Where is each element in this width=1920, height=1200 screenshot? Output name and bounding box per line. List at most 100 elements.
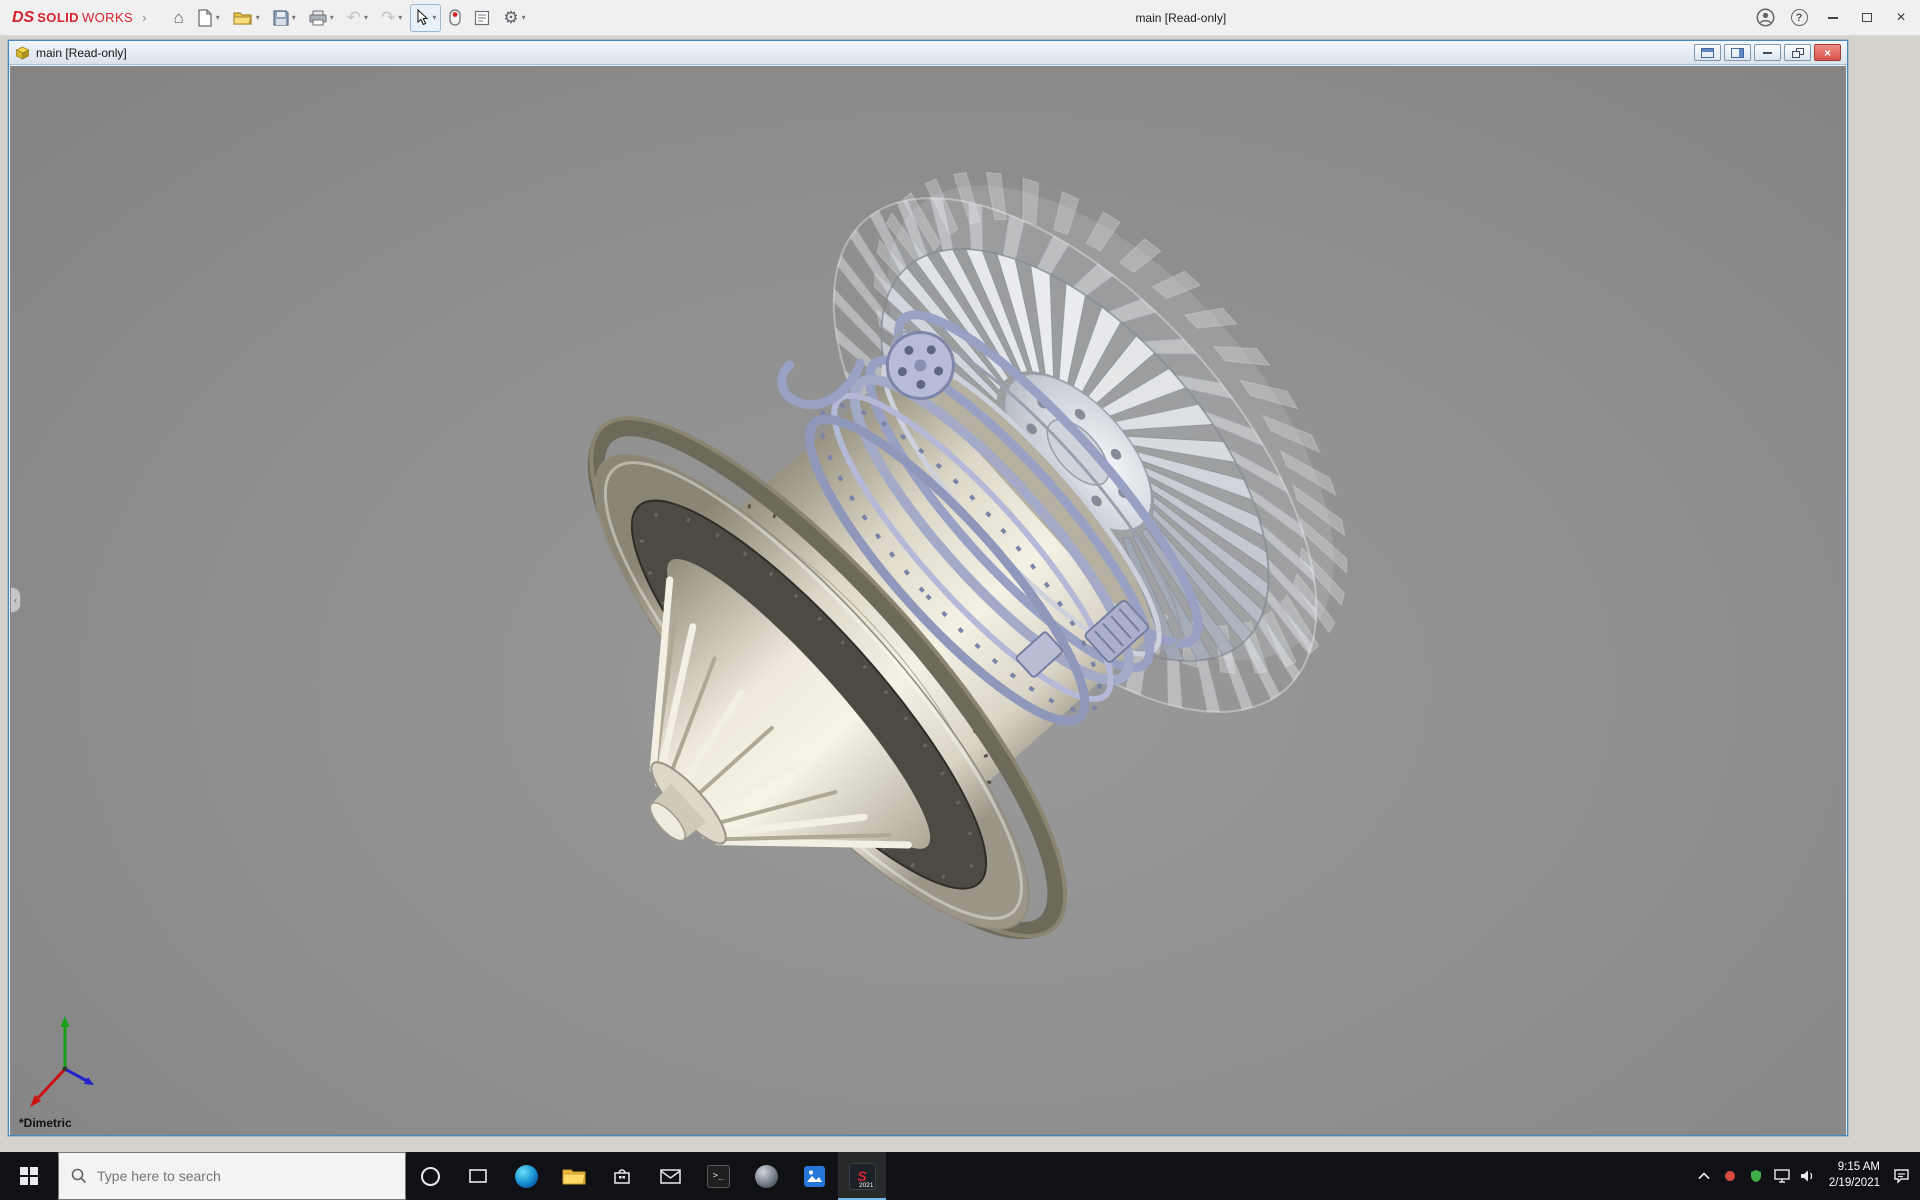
view-orientation-label: *Dimetric — [19, 1116, 72, 1130]
ds-logo-icon: DS — [12, 9, 34, 27]
home-icon: ⌂ — [173, 9, 183, 26]
action-center-icon — [1893, 1168, 1910, 1184]
gear-icon: ⚙ — [503, 9, 518, 26]
taskbar-app-solidworks[interactable]: S 2021 — [838, 1152, 886, 1200]
save-button[interactable]: ▾ — [268, 4, 301, 32]
properties-button[interactable] — [469, 4, 495, 32]
file-explorer-icon — [562, 1166, 586, 1186]
undo-button[interactable]: ↶ ▾ — [342, 4, 373, 32]
window-split-icon — [1731, 48, 1744, 58]
help-button[interactable]: ? — [1782, 2, 1816, 34]
close-icon: × — [1824, 47, 1831, 59]
taskbar-app-media[interactable] — [742, 1152, 790, 1200]
maximize-icon — [1862, 13, 1872, 22]
graphics-viewport[interactable]: *Dimetric ‹ — [10, 66, 1846, 1135]
taskbar-app-mail[interactable] — [646, 1152, 694, 1200]
terminal-icon: >_ — [707, 1165, 730, 1188]
doc-minimize-button[interactable] — [1754, 44, 1781, 61]
new-document-button[interactable]: ▾ — [192, 4, 225, 32]
taskbar-search[interactable] — [58, 1152, 406, 1200]
user-avatar-icon — [1756, 8, 1775, 27]
restore-icon — [1792, 48, 1804, 58]
app-window-controls: ? × — [1748, 2, 1920, 34]
brand-works: WORKS — [82, 10, 133, 25]
maximize-button[interactable] — [1850, 2, 1884, 34]
system-tray: 9:15 AM 2/19/2021 — [1691, 1152, 1920, 1200]
taskbar-app-photos[interactable] — [790, 1152, 838, 1200]
clock-time: 9:15 AM — [1838, 1160, 1880, 1176]
open-folder-icon — [233, 10, 253, 26]
red-status-icon — [1724, 1170, 1736, 1182]
cortana-icon — [421, 1167, 440, 1186]
mouse-gestures-button[interactable] — [444, 4, 466, 32]
account-button[interactable] — [1748, 2, 1782, 34]
doc-restore-button[interactable] — [1784, 44, 1811, 61]
undo-icon: ↶ — [347, 9, 361, 26]
windows-logo-icon — [20, 1167, 38, 1185]
doc-tile-window-button[interactable] — [1724, 44, 1751, 61]
open-button[interactable]: ▾ — [228, 4, 265, 32]
dropdown-icon[interactable]: ▾ — [256, 13, 260, 22]
document-titlebar[interactable]: main [Read-only] × — [9, 41, 1847, 65]
taskbar-clock[interactable]: 9:15 AM 2/19/2021 — [1821, 1160, 1888, 1191]
task-view-button[interactable] — [454, 1152, 502, 1200]
store-icon — [611, 1165, 633, 1187]
taskbar-app-terminal[interactable]: >_ — [694, 1152, 742, 1200]
home-button[interactable]: ⌂ — [168, 4, 188, 32]
app-window-title: main [Read-only] — [1135, 11, 1226, 25]
tray-volume[interactable] — [1795, 1152, 1821, 1200]
graphics-scene — [11, 67, 1846, 1135]
document-window: main [Read-only] × — [8, 40, 1848, 1136]
minimize-icon — [1763, 52, 1772, 54]
solidworks-logo: DS SOLID WORKS › — [0, 9, 152, 27]
dropdown-icon[interactable]: ▾ — [216, 13, 220, 22]
doc-new-window-button[interactable] — [1694, 44, 1721, 61]
mail-icon — [659, 1166, 682, 1186]
select-tool-button[interactable]: ▾ — [410, 4, 441, 32]
document-window-controls: × — [1694, 44, 1841, 61]
tray-display[interactable] — [1769, 1152, 1795, 1200]
dropdown-icon[interactable]: ▾ — [432, 13, 436, 22]
mouse-icon — [449, 9, 461, 26]
doc-close-button[interactable]: × — [1814, 44, 1841, 61]
brand-chevron-icon[interactable]: › — [142, 10, 146, 25]
clock-date: 2/19/2021 — [1829, 1176, 1880, 1192]
tray-app-red[interactable] — [1717, 1152, 1743, 1200]
dropdown-icon[interactable]: ▾ — [292, 13, 296, 22]
document-title: main [Read-only] — [36, 46, 127, 60]
media-app-icon — [755, 1165, 778, 1188]
taskbar-app-store[interactable] — [598, 1152, 646, 1200]
jet-engine-model — [436, 67, 1455, 1078]
print-button[interactable]: ▾ — [304, 4, 339, 32]
action-center-button[interactable] — [1888, 1152, 1914, 1200]
orientation-triad — [30, 1016, 94, 1107]
quick-access-toolbar: ⌂ ▾ ▾ ▾ — [168, 4, 530, 32]
redo-icon: ↷ — [381, 9, 395, 26]
chevron-up-icon — [1698, 1172, 1710, 1180]
volume-icon — [1800, 1169, 1816, 1183]
search-input[interactable] — [97, 1168, 357, 1184]
minimize-icon — [1828, 17, 1838, 19]
redo-button[interactable]: ↷ ▾ — [376, 4, 407, 32]
dropdown-icon[interactable]: ▾ — [522, 13, 526, 22]
help-icon: ? — [1791, 9, 1808, 26]
shield-icon — [1750, 1169, 1762, 1183]
search-icon — [71, 1168, 87, 1184]
dropdown-icon[interactable]: ▾ — [398, 13, 402, 22]
tray-security[interactable] — [1743, 1152, 1769, 1200]
dropdown-icon[interactable]: ▾ — [364, 13, 368, 22]
close-button[interactable]: × — [1884, 2, 1918, 34]
save-icon — [273, 10, 289, 26]
taskbar-app-edge[interactable] — [502, 1152, 550, 1200]
cortana-button[interactable] — [406, 1152, 454, 1200]
display-icon — [1774, 1169, 1790, 1183]
photos-app-icon — [803, 1165, 826, 1188]
minimize-button[interactable] — [1816, 2, 1850, 34]
select-arrow-icon — [415, 9, 429, 26]
tray-expand-button[interactable] — [1691, 1152, 1717, 1200]
window-pane-icon — [1701, 48, 1714, 58]
options-button[interactable]: ⚙ ▾ — [498, 4, 530, 32]
start-button[interactable] — [0, 1152, 58, 1200]
taskbar-app-file-explorer[interactable] — [550, 1152, 598, 1200]
dropdown-icon[interactable]: ▾ — [330, 13, 334, 22]
